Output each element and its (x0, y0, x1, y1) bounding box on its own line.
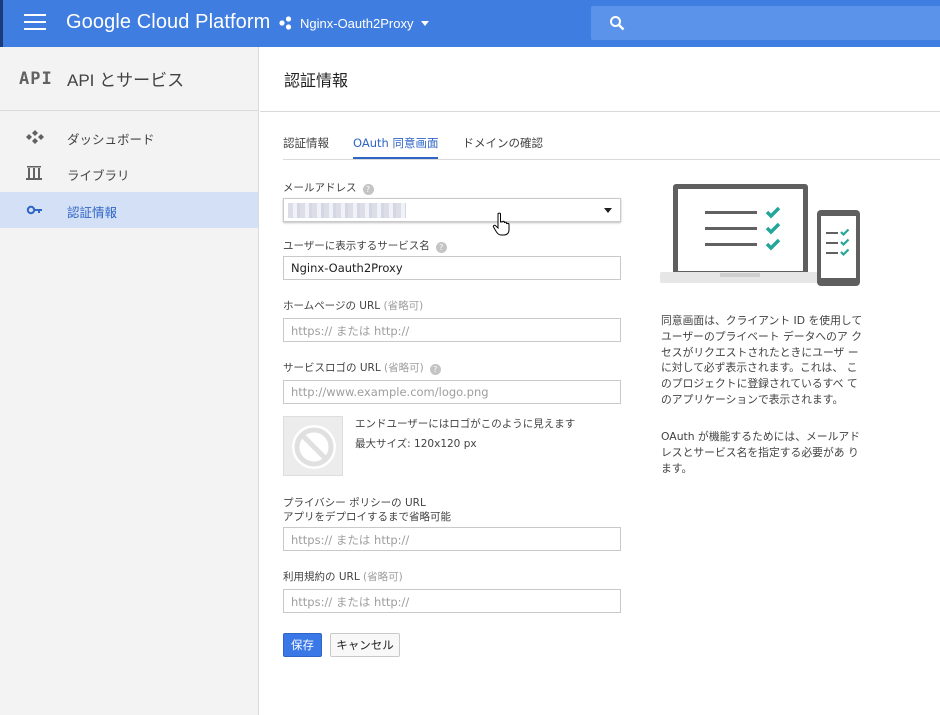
privacy-url-field[interactable]: https:// または http:// (283, 527, 621, 551)
search-icon (610, 16, 625, 31)
homepage-label: ホームページの URL (283, 300, 381, 312)
main-content: 認証情報 認証情報 OAuth 同意画面 ドメインの確認 メールアドレス? ユー… (260, 47, 940, 715)
tab-domain-verification[interactable]: ドメインの確認 (462, 135, 543, 159)
api-logo: API (19, 68, 53, 89)
oauth-requirement-paragraph: OAuth が機能するためには、メールアド レスとサービス名を指定する必要があ … (661, 430, 860, 475)
tab-oauth-consent[interactable]: OAuth 同意画面 (353, 135, 439, 159)
project-selector[interactable]: Nginx-Oauth2Proxy (278, 13, 430, 33)
service-name-label-row: ユーザーに表示するサービス名? (283, 238, 447, 253)
library-icon (26, 166, 42, 180)
sidebar-header: API API とサービス (0, 47, 258, 111)
sidebar: API API とサービス ダッシュボード ライブラリ 認証情報 (0, 47, 259, 715)
logo-label-row: サービスロゴの URL (省略可)? (283, 360, 441, 375)
header-divider (260, 111, 940, 112)
sidebar-item-credentials[interactable]: 認証情報 (0, 192, 258, 228)
service-name-label: ユーザーに表示するサービス名 (283, 240, 430, 252)
tos-label: 利用規約の URL (283, 571, 360, 583)
hand-cursor-icon (492, 212, 510, 236)
search-input[interactable] (591, 6, 940, 40)
sidebar-item-dashboard[interactable]: ダッシュボード (0, 119, 258, 155)
email-label: メールアドレス (283, 182, 357, 194)
optional-marker: (省略可) (363, 571, 403, 583)
consent-illustration (660, 184, 860, 286)
tab-divider (283, 159, 940, 160)
help-icon[interactable]: ? (435, 242, 447, 253)
help-icon[interactable]: ? (362, 184, 374, 195)
page-title: 認証情報 (284, 71, 349, 90)
redacted-email (288, 203, 406, 218)
consent-info-paragraph: 同意画面は、クライアント ID を使用して ユーザーのプライベート データへのア… (661, 314, 863, 406)
homepage-label-row: ホームページの URL (省略可) (283, 298, 423, 313)
homepage-url-field[interactable]: https:// または http:// (283, 318, 621, 342)
project-icon (279, 16, 292, 30)
chevron-down-icon (421, 20, 430, 26)
no-image-icon (292, 425, 336, 469)
tab-bar: 認証情報 OAuth 同意画面 ドメインの確認 (283, 135, 567, 159)
sidebar-item-label: ダッシュボード (67, 132, 155, 147)
optional-marker: (省略可) (384, 362, 424, 374)
logo-url-label: サービスロゴの URL (283, 362, 381, 374)
save-button[interactable]: 保存 (283, 633, 322, 657)
menu-icon[interactable] (24, 14, 46, 32)
key-icon (26, 205, 42, 215)
dashboard-icon (26, 130, 44, 144)
logo-note: エンドユーザーにはロゴがこのように見えます (355, 418, 576, 430)
top-app-bar: Google Cloud Platform Nginx-Oauth2Proxy (0, 0, 940, 47)
email-select[interactable] (283, 198, 621, 222)
optional-marker: (省略可) (383, 300, 424, 312)
project-name: Nginx-Oauth2Proxy (300, 15, 414, 31)
email-label-row: メールアドレス? (283, 180, 374, 195)
logo-preview (283, 416, 343, 476)
service-name-field[interactable]: Nginx-Oauth2Proxy (283, 256, 621, 280)
chevron-down-icon (604, 208, 612, 213)
brand-title[interactable]: Google Cloud Platform (66, 11, 270, 34)
sidebar-item-label: 認証情報 (67, 205, 118, 220)
tab-credentials[interactable]: 認証情報 (283, 135, 329, 159)
logo-url-field[interactable]: http://www.example.com/logo.png (283, 380, 621, 404)
help-icon[interactable]: ? (429, 364, 441, 375)
tos-label-row: 利用規約の URL (省略可) (283, 569, 403, 584)
cancel-button[interactable]: キャンセル (330, 633, 400, 657)
sidebar-item-library[interactable]: ライブラリ (0, 155, 258, 191)
sidebar-item-label: ライブラリ (67, 168, 130, 183)
logo-size-note: 最大サイズ: 120x120 px (355, 438, 477, 450)
window-edge (0, 0, 3, 47)
privacy-subnote: アプリをデプロイするまで省略可能 (283, 511, 451, 523)
privacy-label: プライバシー ポリシーの URL (283, 497, 426, 509)
sidebar-title: API とサービス (67, 71, 185, 90)
tos-url-field[interactable]: https:// または http:// (283, 589, 621, 613)
